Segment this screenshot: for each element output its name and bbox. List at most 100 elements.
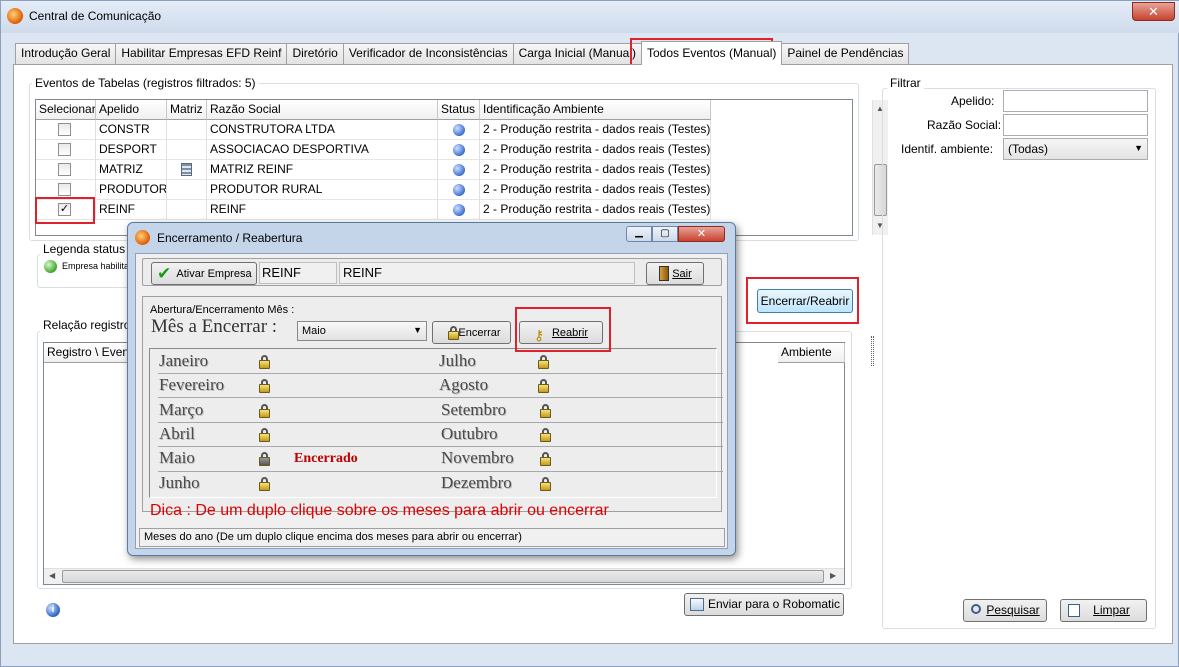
row-checkbox[interactable] [58,143,71,156]
relacao-title: Relação registros [40,318,140,332]
grid-horizontal-scrollbar[interactable]: ◀ ▶ [44,568,844,584]
close-window-button[interactable]: ✕ [1132,2,1175,21]
legend-item-label: Empresa habilita [62,261,130,271]
lock-icon [538,355,549,369]
building-icon [181,163,192,176]
status-icon [453,204,465,216]
encerramento-dialog: Encerramento / Reabertura ▁ ▢ ✕ ✔ Ativar… [127,222,736,556]
row-ambiente: 2 - Produção restrita - dados reais (Tes… [480,160,711,180]
months-list [149,348,717,498]
tab-verificador[interactable]: Verificador de Inconsistências [342,43,514,64]
lock-icon [540,428,551,442]
col-razao-social[interactable]: Razão Social [207,100,438,120]
empresa-nome-field: REINF [339,262,635,284]
highlight-reabrir [515,307,611,352]
info-icon[interactable]: i [46,603,60,617]
table-row[interactable]: DESPORT ASSOCIACAO DESPORTIVA 2 - Produç… [36,140,711,160]
pesquisar-label: Pesquisar [986,603,1040,617]
lock-closed-icon [259,452,270,466]
lock-icon [448,326,459,340]
col-status[interactable]: Status [438,100,480,120]
ambiente-select-value: (Todas) [1008,142,1049,156]
lock-icon [540,452,551,466]
mes-select-value: Maio [302,325,326,337]
col-apelido[interactable]: Apelido [96,100,167,120]
events-group-title: Eventos de Tabelas (registros filtrados:… [32,76,259,90]
lock-icon [540,404,551,418]
status-icon [453,184,465,196]
col-matriz[interactable]: Matriz [167,100,207,120]
table-row[interactable]: ✓ REINF REINF 2 - Produção restrita - da… [36,200,711,220]
clear-document-icon [1068,604,1080,617]
row-divider [158,422,723,423]
scroll-right-icon[interactable]: ▶ [830,571,836,580]
razao-social-input[interactable] [1003,114,1148,136]
ambiente-label: Identif. ambiente: [901,142,994,156]
minimize-button[interactable]: ▁ [626,226,652,242]
limpar-label: Limpar [1093,603,1130,617]
col-ambiente-relacao[interactable]: Ambiente [778,343,845,363]
month-agosto[interactable]: Agosto [439,375,488,395]
send-icon [690,598,704,611]
table-row[interactable]: PRODUTOR PRODUTOR RURAL 2 - Produção res… [36,180,711,200]
meses-group-title: Abertura/Encerramento Mês : [150,304,295,316]
col-selecionar[interactable]: Selecionar [36,100,96,120]
tab-habilitar-empresas[interactable]: Habilitar Empresas EFD Reinf [115,43,288,64]
tab-strip: Introdução Geral Habilitar Empresas EFD … [15,41,910,65]
highlight-checkbox [35,197,95,224]
enviar-robomatic-button[interactable]: Enviar para o Robomatic [684,593,844,616]
month-setembro[interactable]: Setembro [441,400,506,420]
tab-diretorio[interactable]: Diretório [286,43,344,64]
encerrar-mes-button[interactable]: Encerrar [432,321,511,344]
scroll-left-icon[interactable]: ◀ [49,571,55,580]
empresa-apelido-field: REINF [259,262,337,284]
col-ambiente[interactable]: Identificação Ambiente [480,100,711,120]
month-junho[interactable]: Junho [159,473,200,493]
month-maio[interactable]: Maio [159,448,195,468]
row-checkbox[interactable] [58,123,71,136]
month-marco[interactable]: Março [159,400,203,420]
lock-icon [259,428,270,442]
dialog-title: Encerramento / Reabertura [157,231,303,245]
app-logo-icon [7,8,23,24]
row-razao: PRODUTOR RURAL [207,180,438,200]
sair-label: Sair [672,268,692,280]
h-scroll-thumb[interactable] [62,570,824,583]
month-dezembro[interactable]: Dezembro [441,473,512,493]
row-divider [158,373,723,374]
row-ambiente: 2 - Produção restrita - dados reais (Tes… [480,180,711,200]
legend-title: Legenda status [40,242,129,256]
lock-icon [538,379,549,393]
month-fevereiro[interactable]: Fevereiro [159,375,224,395]
month-abril[interactable]: Abril [159,424,195,444]
splitter-handle[interactable] [871,336,874,366]
month-janeiro[interactable]: Janeiro [159,351,208,371]
limpar-button[interactable]: Limpar [1060,599,1147,622]
row-divider [158,471,723,472]
tab-introducao-geral[interactable]: Introdução Geral [15,43,117,64]
exit-door-icon [659,266,669,281]
col-registro-evento[interactable]: Registro \ Even [44,343,134,363]
month-outubro[interactable]: Outubro [441,424,498,444]
tab-todos-eventos[interactable]: Todos Eventos (Manual) [640,41,783,65]
maximize-button[interactable]: ▢ [652,226,678,242]
row-checkbox[interactable] [58,183,71,196]
sair-button[interactable]: Sair [646,262,704,285]
tab-carga-inicial[interactable]: Carga Inicial (Manual) [512,43,642,64]
table-row[interactable]: MATRIZ MATRIZ REINF 2 - Produção restrit… [36,160,711,180]
filter-title: Filtrar [887,76,924,90]
pesquisar-button[interactable]: Pesquisar [963,599,1047,622]
table-row[interactable]: CONSTR CONSTRUTORA LTDA 2 - Produção res… [36,120,711,140]
apelido-input[interactable] [1003,90,1148,112]
tab-painel-pendencias[interactable]: Painel de Pendências [781,43,910,64]
row-checkbox[interactable] [58,163,71,176]
razao-social-label: Razão Social: [927,118,1002,132]
month-julho[interactable]: Julho [439,351,476,371]
ativar-empresa-button[interactable]: ✔ Ativar Empresa [151,262,257,285]
row-divider [158,446,723,447]
ambiente-select[interactable]: (Todas) ▼ [1003,138,1148,160]
row-apelido: PRODUTOR [96,180,167,200]
month-novembro[interactable]: Novembro [441,448,514,468]
dialog-close-button[interactable]: ✕ [678,226,725,242]
mes-select[interactable]: Maio ▼ [297,321,427,341]
